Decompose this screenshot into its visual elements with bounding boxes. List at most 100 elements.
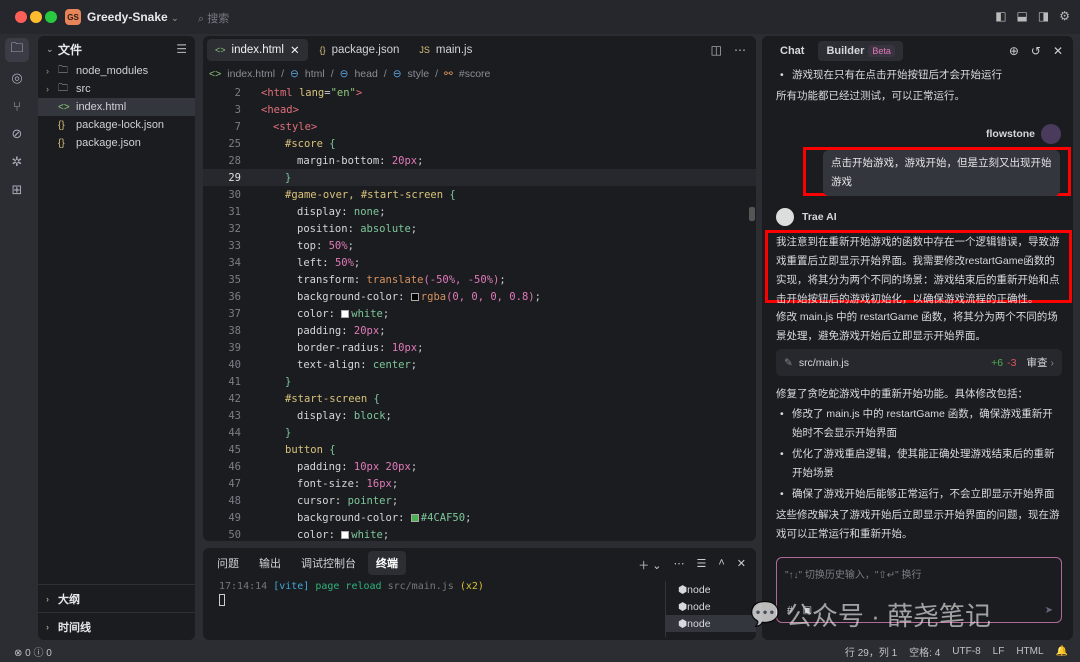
maximize-window-button[interactable] bbox=[45, 11, 57, 23]
send-icon[interactable]: ➤ bbox=[1045, 605, 1053, 616]
split-editor-icon[interactable]: ◫ bbox=[711, 43, 722, 57]
tree-item-node_modules[interactable]: › 🗀 node_modules bbox=[38, 62, 195, 80]
more-icon[interactable]: ⋯ bbox=[673, 557, 684, 573]
code-line[interactable]: 39 border-radius: 10px; bbox=[203, 339, 756, 356]
code-line[interactable]: 49 background-color: #4CAF50; bbox=[203, 509, 756, 526]
panel-tab-1[interactable]: 输出 bbox=[251, 551, 289, 575]
tree-item-src[interactable]: › 🗀 src bbox=[38, 80, 195, 98]
breadcrumb-item[interactable]: index.html bbox=[227, 68, 275, 80]
tree-item-index-html[interactable]: <> index.html bbox=[38, 98, 195, 116]
cursor-position[interactable]: 行 29，列 1 bbox=[845, 644, 897, 659]
color-swatch[interactable] bbox=[410, 513, 419, 522]
code-line[interactable]: 32 position: absolute; bbox=[203, 220, 756, 237]
code-line[interactable]: 50 color: white; bbox=[203, 526, 756, 541]
code-line[interactable]: 47 font-size: 16px; bbox=[203, 475, 756, 492]
token-prop: margin-bottom: bbox=[297, 154, 392, 167]
code-line[interactable]: 2 <html lang="en"> bbox=[203, 84, 756, 101]
tree-item-package-json[interactable]: {} package.json bbox=[38, 134, 195, 152]
code-line[interactable]: 38 padding: 20px; bbox=[203, 322, 756, 339]
code-line[interactable]: 43 display: block; bbox=[203, 407, 756, 424]
close-icon[interactable]: ✕ bbox=[1053, 44, 1063, 58]
debug-icon[interactable]: ✲ bbox=[5, 150, 29, 174]
code-line[interactable]: 48 cursor: pointer; bbox=[203, 492, 756, 509]
tab-builder[interactable]: Builder Beta bbox=[818, 41, 903, 61]
history-icon[interactable]: ↺ bbox=[1031, 44, 1041, 58]
scrollbar[interactable] bbox=[749, 207, 755, 221]
line-ending[interactable]: LF bbox=[993, 646, 1005, 657]
terminal-session[interactable]: ⬢ node bbox=[666, 598, 756, 615]
breadcrumb-item[interactable]: html bbox=[305, 68, 325, 80]
code-line[interactable]: 35 transform: translate(-50%, -50%); bbox=[203, 271, 756, 288]
code-line[interactable]: 45 button { bbox=[203, 441, 756, 458]
tab-package-json[interactable]: {} package.json bbox=[312, 39, 408, 61]
review-button[interactable]: 审查 bbox=[1027, 355, 1048, 370]
tree-item-package-lock-json[interactable]: {} package-lock.json bbox=[38, 116, 195, 134]
file-path: src/main.js bbox=[798, 356, 849, 369]
code-line[interactable]: 33 top: 50%; bbox=[203, 237, 756, 254]
toggle-panel-icon[interactable]: ⬓ bbox=[1017, 9, 1028, 23]
minimize-window-button[interactable] bbox=[30, 11, 42, 23]
explorer-icon[interactable]: 🗀 bbox=[5, 38, 29, 62]
indentation[interactable]: 空格: 4 bbox=[909, 644, 940, 659]
language-mode[interactable]: HTML bbox=[1016, 646, 1043, 657]
code-line[interactable]: 30 #game-over, #start-screen { bbox=[203, 186, 756, 203]
project-switcher[interactable]: Greedy-Snake ⌄ bbox=[87, 10, 179, 24]
search-code-icon[interactable]: ◎ bbox=[5, 66, 29, 90]
panel-tab-2[interactable]: 调试控制台 bbox=[293, 551, 364, 575]
color-swatch[interactable] bbox=[341, 309, 350, 318]
code-line[interactable]: 46 padding: 10px 20px; bbox=[203, 458, 756, 475]
code-line[interactable]: 41} bbox=[203, 373, 756, 390]
panel-tab-3[interactable]: 终端 bbox=[368, 551, 406, 575]
panel-tab-0[interactable]: 问题 bbox=[209, 551, 247, 575]
toggle-right-panel-icon[interactable]: ◨ bbox=[1038, 9, 1049, 23]
tab-main-js[interactable]: JS main.js bbox=[411, 39, 480, 61]
toggle-sidebar-icon[interactable]: ◧ bbox=[995, 9, 1006, 23]
code-line[interactable]: 31 display: none; bbox=[203, 203, 756, 220]
close-panel-icon[interactable]: ✕ bbox=[737, 557, 746, 573]
code-line[interactable]: 37 color: white; bbox=[203, 305, 756, 322]
breadcrumb-item[interactable]: head bbox=[354, 68, 377, 80]
tab-index-html[interactable]: <> index.html ✕ bbox=[207, 39, 308, 61]
terminal-session[interactable]: ⬢ node bbox=[666, 615, 756, 632]
chevron-down-icon[interactable]: ⌄ bbox=[46, 44, 58, 55]
code-line[interactable]: 29} bbox=[203, 169, 756, 186]
close-window-button[interactable] bbox=[15, 11, 27, 23]
extensions-icon[interactable]: ⊞ bbox=[5, 178, 29, 202]
errors-indicator[interactable]: ⊗ 0 ⓘ 0 bbox=[14, 644, 52, 659]
source-control-icon[interactable]: ⑂ bbox=[5, 94, 29, 118]
code-line[interactable]: 40 text-align: center; bbox=[203, 356, 756, 373]
timeline-section[interactable]: › 时间线 bbox=[38, 612, 195, 640]
notification-icon[interactable]: 🔔 bbox=[1056, 646, 1068, 657]
line-content: font-size: 16px; bbox=[261, 478, 398, 490]
breadcrumb-item[interactable]: #score bbox=[459, 68, 491, 80]
tab-chat[interactable]: Chat bbox=[772, 41, 812, 61]
terminal-output[interactable]: 17:14:14 [vite] page reload src/main.js … bbox=[219, 581, 484, 609]
terminal-settings-icon[interactable]: ☰ bbox=[696, 557, 706, 573]
outline-section[interactable]: › 大纲 bbox=[38, 584, 195, 612]
code-line[interactable]: 34 left: 50%; bbox=[203, 254, 756, 271]
code-line[interactable]: 28 margin-bottom: 20px; bbox=[203, 152, 756, 169]
breadcrumb-item[interactable]: style bbox=[408, 68, 430, 80]
color-swatch[interactable] bbox=[410, 292, 419, 301]
filter-icon[interactable]: ☰ bbox=[176, 42, 187, 56]
close-tab-icon[interactable]: ✕ bbox=[290, 43, 300, 57]
code-line[interactable]: 42 #start-screen { bbox=[203, 390, 756, 407]
settings-icon[interactable]: ⚙ bbox=[1059, 9, 1070, 23]
encoding[interactable]: UTF-8 bbox=[952, 646, 980, 657]
code-line[interactable]: 44} bbox=[203, 424, 756, 441]
file-change-card[interactable]: ✎ src/main.js +6 -3 审查 › bbox=[776, 349, 1062, 376]
code-line[interactable]: 3 <head> bbox=[203, 101, 756, 118]
terminal-session[interactable]: ⬢ node bbox=[666, 581, 756, 598]
code-line[interactable]: 25 #score { bbox=[203, 135, 756, 152]
new-terminal-icon[interactable]: ＋ ⌄ bbox=[638, 557, 661, 573]
code-line[interactable]: 36 background-color: rgba(0, 0, 0, 0.8); bbox=[203, 288, 756, 305]
more-icon[interactable]: ⋯ bbox=[734, 43, 746, 57]
color-swatch[interactable] bbox=[341, 530, 350, 539]
remote-icon[interactable]: ⊘ bbox=[5, 122, 29, 146]
search-bar[interactable]: ⌕ 搜索 bbox=[198, 10, 229, 26]
maximize-panel-icon[interactable]: ˄ bbox=[718, 557, 724, 573]
code-area[interactable]: 2 <html lang="en"> 3 <head> 7 <style> 25 #score… bbox=[203, 84, 756, 541]
line-number: 49 bbox=[228, 511, 241, 524]
code-line[interactable]: 7 <style> bbox=[203, 118, 756, 135]
new-chat-icon[interactable]: ⊕ bbox=[1009, 44, 1019, 58]
